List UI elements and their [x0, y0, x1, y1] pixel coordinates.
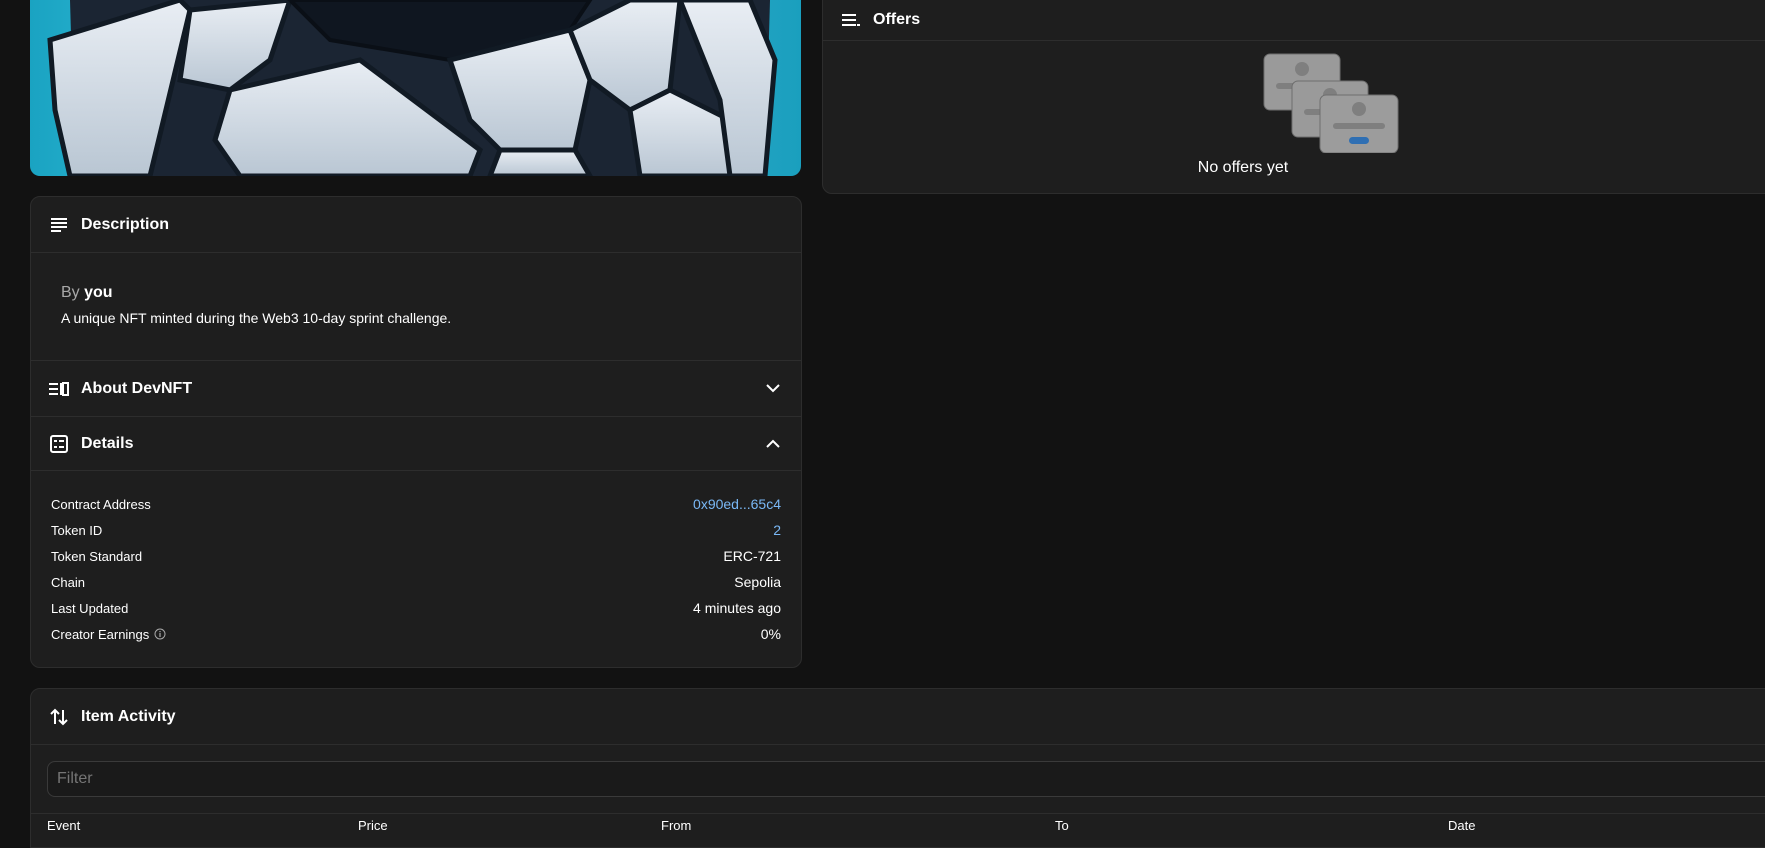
detail-label-with-info: Creator Earnings: [51, 627, 166, 642]
description-title: Description: [81, 215, 170, 233]
detail-row: Token Standard ERC-721: [51, 543, 781, 569]
item-activity-title: Item Activity: [81, 707, 176, 725]
token-id-link[interactable]: 2: [773, 522, 781, 538]
details-header[interactable]: Details: [31, 417, 801, 471]
offers-panel: Offers No offers yet: [822, 0, 1765, 194]
detail-row: Contract Address 0x90ed...65c4: [51, 491, 781, 517]
item-activity-panel: Item Activity: [30, 688, 1765, 848]
about-title: About DevNFT: [81, 379, 193, 397]
details-title: Details: [81, 434, 134, 452]
description-details-panel: Description By you A unique NFT minted d…: [30, 196, 802, 668]
offers-header[interactable]: Offers: [823, 0, 1765, 41]
text-lines-icon: [49, 215, 69, 235]
list-icon: [841, 10, 861, 30]
about-header[interactable]: About DevNFT: [31, 361, 801, 417]
detail-label: Contract Address: [51, 496, 151, 512]
detail-row: Last Updated 4 minutes ago: [51, 595, 781, 621]
chevron-down-icon[interactable]: [765, 381, 781, 397]
detail-value: Sepolia: [734, 574, 781, 590]
offers-title: Offers: [873, 10, 921, 28]
detail-row: Creator Earnings 0%: [51, 621, 781, 647]
detail-value: 4 minutes ago: [693, 600, 781, 616]
detail-row: Token ID 2: [51, 517, 781, 543]
contract-address-link[interactable]: 0x90ed...65c4: [693, 496, 781, 512]
no-offers-illustration: [1263, 53, 1403, 154]
detail-label: Chain: [51, 574, 85, 590]
arrows-up-down-icon: [49, 707, 69, 727]
detail-label: Token ID: [51, 522, 103, 538]
by-prefix: By: [61, 284, 80, 301]
robot-armor-illustration: [47, 0, 778, 176]
detail-label: Creator Earnings: [51, 626, 150, 642]
nft-image[interactable]: [30, 0, 801, 176]
detail-label: Token Standard: [51, 548, 143, 564]
detail-value: ERC-721: [723, 548, 781, 564]
detail-value: 0%: [760, 626, 781, 642]
chevron-up-icon[interactable]: [765, 436, 781, 452]
activity-filter-input[interactable]: [47, 761, 1765, 797]
detail-row: Chain Sepolia: [51, 569, 781, 595]
checklist-icon: [49, 434, 69, 454]
book-list-icon: [49, 379, 69, 399]
details-list: Contract Address 0x90ed...65c4 Token ID …: [31, 471, 801, 647]
creator-name[interactable]: you: [84, 284, 112, 301]
no-offers-text: No offers yet: [1197, 159, 1289, 176]
table-header: [31, 813, 1765, 814]
info-icon[interactable]: [154, 628, 166, 640]
creator-line: By you: [61, 284, 801, 302]
description-body: By you A unique NFT minted during the We…: [31, 253, 801, 361]
detail-label: Last Updated: [51, 600, 129, 616]
description-header[interactable]: Description: [31, 197, 801, 253]
item-activity-header[interactable]: Item Activity: [31, 689, 1765, 745]
description-text: A unique NFT minted during the Web3 10-d…: [61, 310, 452, 326]
